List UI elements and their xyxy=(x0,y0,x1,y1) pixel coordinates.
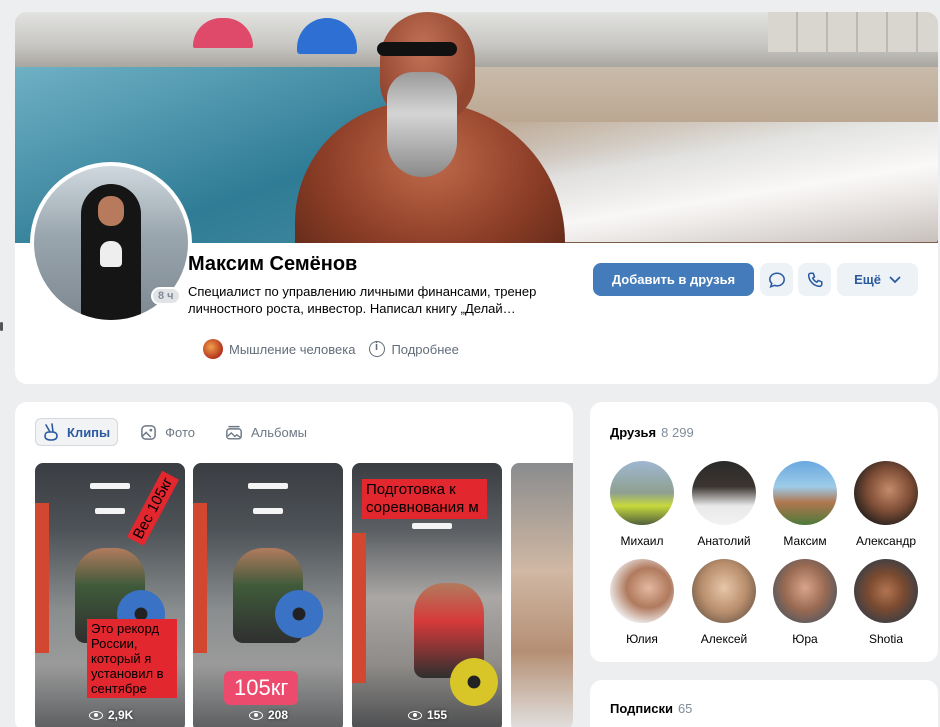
clip-views-count: 155 xyxy=(427,708,448,722)
media-card: Клипы Фото Альбомы Вес 105кг Это рекорд … xyxy=(15,402,573,727)
friend-name: Анатолий xyxy=(697,534,751,548)
clip-caption-bottom: Это рекорд России, который я установил в… xyxy=(87,619,177,698)
eye-icon xyxy=(89,710,103,720)
details-label: Подробнее xyxy=(391,341,459,357)
clip-card[interactable]: Вес 105кг Это рекорд России, который я у… xyxy=(35,463,185,727)
clip-views: 208 xyxy=(249,708,288,722)
friend-name: Алексей xyxy=(700,632,748,646)
scroll-edge-marker xyxy=(0,322,3,331)
info-icon xyxy=(369,341,386,357)
friend-name: Юра xyxy=(792,632,818,646)
friend-avatar xyxy=(610,461,674,525)
online-badge: 8 ч xyxy=(151,287,181,305)
tab-photos-label: Фото xyxy=(165,424,196,440)
friend-avatar xyxy=(773,559,837,623)
friends-title-label: Друзья xyxy=(610,425,657,440)
subscriptions-title[interactable]: Подписки 65 xyxy=(610,701,692,716)
friend-avatar xyxy=(773,461,837,525)
subscriptions-card: Подписки 65 xyxy=(590,680,938,727)
friend-item[interactable]: Анатолий xyxy=(684,461,764,548)
profile-name: Максим Семёнов xyxy=(188,253,358,275)
tab-clips-label: Клипы xyxy=(67,424,111,440)
clip-big-label: 105кг xyxy=(224,671,299,705)
friends-card: Друзья 8 299 Михаил Анатолий Максим Алекс… xyxy=(590,402,938,662)
photo-icon xyxy=(141,424,157,440)
friend-item[interactable]: Shotia xyxy=(846,559,926,646)
community-avatar xyxy=(203,339,223,359)
message-button[interactable] xyxy=(760,263,793,296)
friends-count: 8 299 xyxy=(661,425,694,440)
friend-item[interactable]: Михаил xyxy=(602,461,682,548)
clip-card[interactable]: Подготовка к соревнования м 155 xyxy=(352,463,502,727)
friend-item[interactable]: Александр xyxy=(846,461,926,548)
friend-item[interactable]: Алексей xyxy=(684,559,764,646)
friend-avatar xyxy=(854,461,918,525)
friend-avatar xyxy=(610,559,674,623)
tab-clips[interactable]: Клипы xyxy=(35,418,119,446)
friend-avatar xyxy=(854,559,918,623)
friend-name: Александр xyxy=(855,534,917,548)
albums-icon xyxy=(226,425,242,440)
friend-avatar xyxy=(692,461,756,525)
phone-icon xyxy=(807,271,823,287)
clip-card[interactable]: 105кг 208 xyxy=(193,463,343,727)
friend-name: Михаил xyxy=(620,534,664,548)
clip-views: 155 xyxy=(408,708,447,722)
clip-views-count: 208 xyxy=(268,708,289,722)
clip-views-count: 2,9K xyxy=(108,708,134,722)
friend-avatar xyxy=(692,559,756,623)
friend-item[interactable]: Юлия xyxy=(602,559,682,646)
media-tabs: Клипы Фото Альбомы xyxy=(35,418,315,446)
clip-caption-top: Подготовка к соревнования м xyxy=(362,479,487,519)
call-button[interactable] xyxy=(798,263,831,296)
friend-item[interactable]: Максим xyxy=(765,461,845,548)
subscriptions-count: 65 xyxy=(677,701,693,716)
message-icon xyxy=(768,271,785,288)
clip-views: 2,9K xyxy=(89,708,133,722)
eye-icon xyxy=(408,710,422,720)
community-label: Мышление человека xyxy=(229,341,356,357)
details-link[interactable]: Подробнее xyxy=(369,341,459,357)
clips-row: Вес 105кг Это рекорд России, который я у… xyxy=(35,463,573,727)
tab-albums[interactable]: Альбомы xyxy=(217,418,315,446)
more-button[interactable]: Ещё xyxy=(837,263,918,296)
chevron-down-icon xyxy=(889,276,901,283)
friend-name: Юлия xyxy=(626,632,658,646)
subscriptions-title-label: Подписки xyxy=(610,701,673,716)
clip-caption-top: Вес 105кг xyxy=(127,470,180,546)
friends-title[interactable]: Друзья 8 299 xyxy=(610,425,694,440)
clip-card[interactable] xyxy=(511,463,573,727)
profile-meta: Мышление человека Подробнее xyxy=(203,339,459,359)
clip-icon xyxy=(44,423,58,441)
tab-albums-label: Альбомы xyxy=(251,424,308,440)
profile-status[interactable]: Специалист по управлению личными финанса… xyxy=(188,283,560,317)
eye-icon xyxy=(249,710,263,720)
community-link[interactable]: Мышление человека xyxy=(203,339,355,359)
friend-name: Shotia xyxy=(868,632,904,646)
friend-item[interactable]: Юра xyxy=(765,559,845,646)
add-friend-button[interactable]: Добавить в друзья xyxy=(593,263,754,296)
friend-name: Максим xyxy=(783,534,827,548)
tab-photos[interactable]: Фото xyxy=(132,418,203,446)
more-label: Ещё xyxy=(854,272,881,287)
